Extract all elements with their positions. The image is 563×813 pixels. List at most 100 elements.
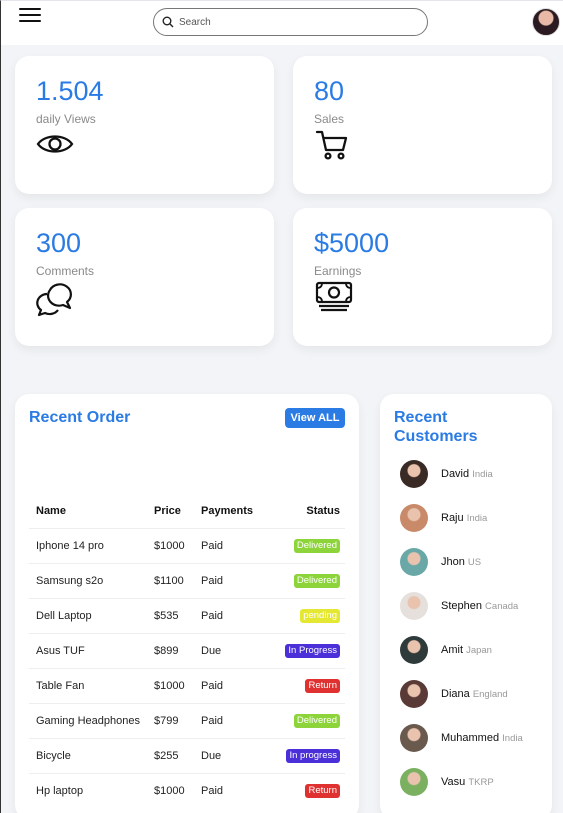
customer-info: Vasu TKRP xyxy=(441,776,494,788)
table-row[interactable]: Samsung s2o $1100 Paid Delivered xyxy=(29,562,345,598)
order-status-cell: pending xyxy=(261,597,345,633)
customer-avatar xyxy=(400,460,428,488)
user-avatar[interactable] xyxy=(532,8,560,36)
customer-avatar xyxy=(400,548,428,576)
status-badge: Delivered xyxy=(293,538,340,553)
customer-country: Canada xyxy=(485,601,519,612)
table-row[interactable]: Table Fan $1000 Paid Return xyxy=(29,667,345,703)
customer-name: Stephen xyxy=(441,600,482,612)
customer-item[interactable]: Stephen Canada xyxy=(400,592,550,622)
stat-card-sales: 80 Sales xyxy=(293,56,552,194)
customer-country: India xyxy=(472,469,493,480)
table-row[interactable]: Dell Laptop $535 Paid pending xyxy=(29,597,345,633)
stat-value: 300 xyxy=(36,228,82,258)
header-price: Price xyxy=(154,504,181,517)
stat-label: Sales xyxy=(314,112,345,126)
top-bar xyxy=(1,1,563,45)
search-bar[interactable] xyxy=(153,8,428,36)
stat-card-comments: 300 Comments xyxy=(15,208,274,346)
customer-info: Jhon US xyxy=(441,556,481,568)
recent-customers-panel: Recent Customers David India Raju India Jh… xyxy=(380,394,552,813)
order-name: Hp laptop xyxy=(29,772,154,808)
table-row[interactable]: Iphone 14 pro $1000 Paid Delivered xyxy=(29,527,345,563)
stat-label: Comments xyxy=(36,264,95,278)
order-status-cell: Return xyxy=(261,772,345,808)
customer-info: Amit Japan xyxy=(441,644,492,656)
customer-info: Muhammed India xyxy=(441,732,523,744)
order-payment: Paid xyxy=(201,772,261,808)
order-price: $799 xyxy=(154,702,201,738)
table-header-row: Name Price Payments Status xyxy=(29,494,345,528)
view-all-button[interactable]: View ALL xyxy=(285,408,345,428)
customer-item[interactable]: David India xyxy=(400,460,550,490)
order-status-cell: Return xyxy=(261,667,345,703)
header-payments: Payments xyxy=(201,504,253,517)
customer-item[interactable]: Jhon US xyxy=(400,548,550,578)
stat-card-earnings: $5000 Earnings xyxy=(293,208,552,346)
order-payment: Paid xyxy=(201,527,261,563)
customer-info: David India xyxy=(441,468,493,480)
status-badge: pending xyxy=(300,608,340,623)
customer-item[interactable]: Amit Japan xyxy=(400,636,550,666)
cart-icon xyxy=(315,130,348,160)
order-price: $1000 xyxy=(154,772,201,808)
customer-name: Amit xyxy=(441,644,463,656)
customer-name: Muhammed xyxy=(441,732,500,744)
customer-item[interactable]: Vasu TKRP xyxy=(400,768,550,798)
order-name: Samsung s2o xyxy=(29,562,154,598)
stat-value: 1.504 xyxy=(36,76,104,106)
customer-item[interactable]: Muhammed India xyxy=(400,724,550,754)
orders-table: Name Price Payments Status Iphone 14 pro… xyxy=(29,494,345,808)
order-name: Table Fan xyxy=(29,667,154,703)
status-badge: Delivered xyxy=(293,713,340,728)
table-row[interactable]: Bicycle $255 Due In progress xyxy=(29,737,345,773)
order-price: $899 xyxy=(154,632,201,668)
order-price: $1000 xyxy=(154,527,201,563)
menu-icon[interactable] xyxy=(19,8,41,24)
stat-value: $5000 xyxy=(314,228,390,258)
chat-icon xyxy=(36,283,72,317)
order-status-cell: In Progress xyxy=(261,632,345,668)
status-badge: Return xyxy=(305,678,340,693)
order-name: Gaming Headphones xyxy=(29,702,154,738)
search-icon xyxy=(162,16,174,28)
customer-avatar xyxy=(400,768,428,796)
customer-name: Vasu xyxy=(441,776,466,788)
recent-orders-title: Recent Order xyxy=(29,409,131,426)
customer-info: Diana England xyxy=(441,688,508,700)
order-name: Iphone 14 pro xyxy=(29,527,154,563)
customer-item[interactable]: Raju India xyxy=(400,504,550,534)
order-status-cell: Delivered xyxy=(261,527,345,563)
order-name: Bicycle xyxy=(29,737,154,773)
order-price: $535 xyxy=(154,597,201,633)
stat-label: daily Views xyxy=(36,112,96,126)
order-payment: Paid xyxy=(201,667,261,703)
order-payment: Due xyxy=(201,632,261,668)
order-payment: Paid xyxy=(201,597,261,633)
search-input[interactable] xyxy=(179,13,419,31)
status-badge: Return xyxy=(305,783,340,798)
customer-avatar xyxy=(400,592,428,620)
order-name: Asus TUF xyxy=(29,632,154,668)
stat-label: Earnings xyxy=(314,264,362,278)
title-line: Customers xyxy=(394,428,478,445)
order-name: Dell Laptop xyxy=(29,597,154,633)
customer-item[interactable]: Diana England xyxy=(400,680,550,710)
customer-country: TKRP xyxy=(468,777,494,788)
table-row[interactable]: Gaming Headphones $799 Paid Delivered xyxy=(29,702,345,738)
header-name: Name xyxy=(36,504,66,517)
order-price: $1000 xyxy=(154,667,201,703)
order-status-cell: In progress xyxy=(261,737,345,773)
order-status-cell: Delivered xyxy=(261,562,345,598)
order-status-cell: Delivered xyxy=(261,702,345,738)
order-payment: Due xyxy=(201,737,261,773)
money-icon xyxy=(315,281,353,312)
customer-avatar xyxy=(400,636,428,664)
title-line: Recent xyxy=(394,409,448,426)
customer-info: Raju India xyxy=(441,512,487,524)
order-payment: Paid xyxy=(201,562,261,598)
table-row[interactable]: Hp laptop $1000 Paid Return xyxy=(29,772,345,808)
table-row[interactable]: Asus TUF $899 Due In Progress xyxy=(29,632,345,668)
order-price: $1100 xyxy=(154,562,201,598)
eye-icon xyxy=(36,135,74,153)
